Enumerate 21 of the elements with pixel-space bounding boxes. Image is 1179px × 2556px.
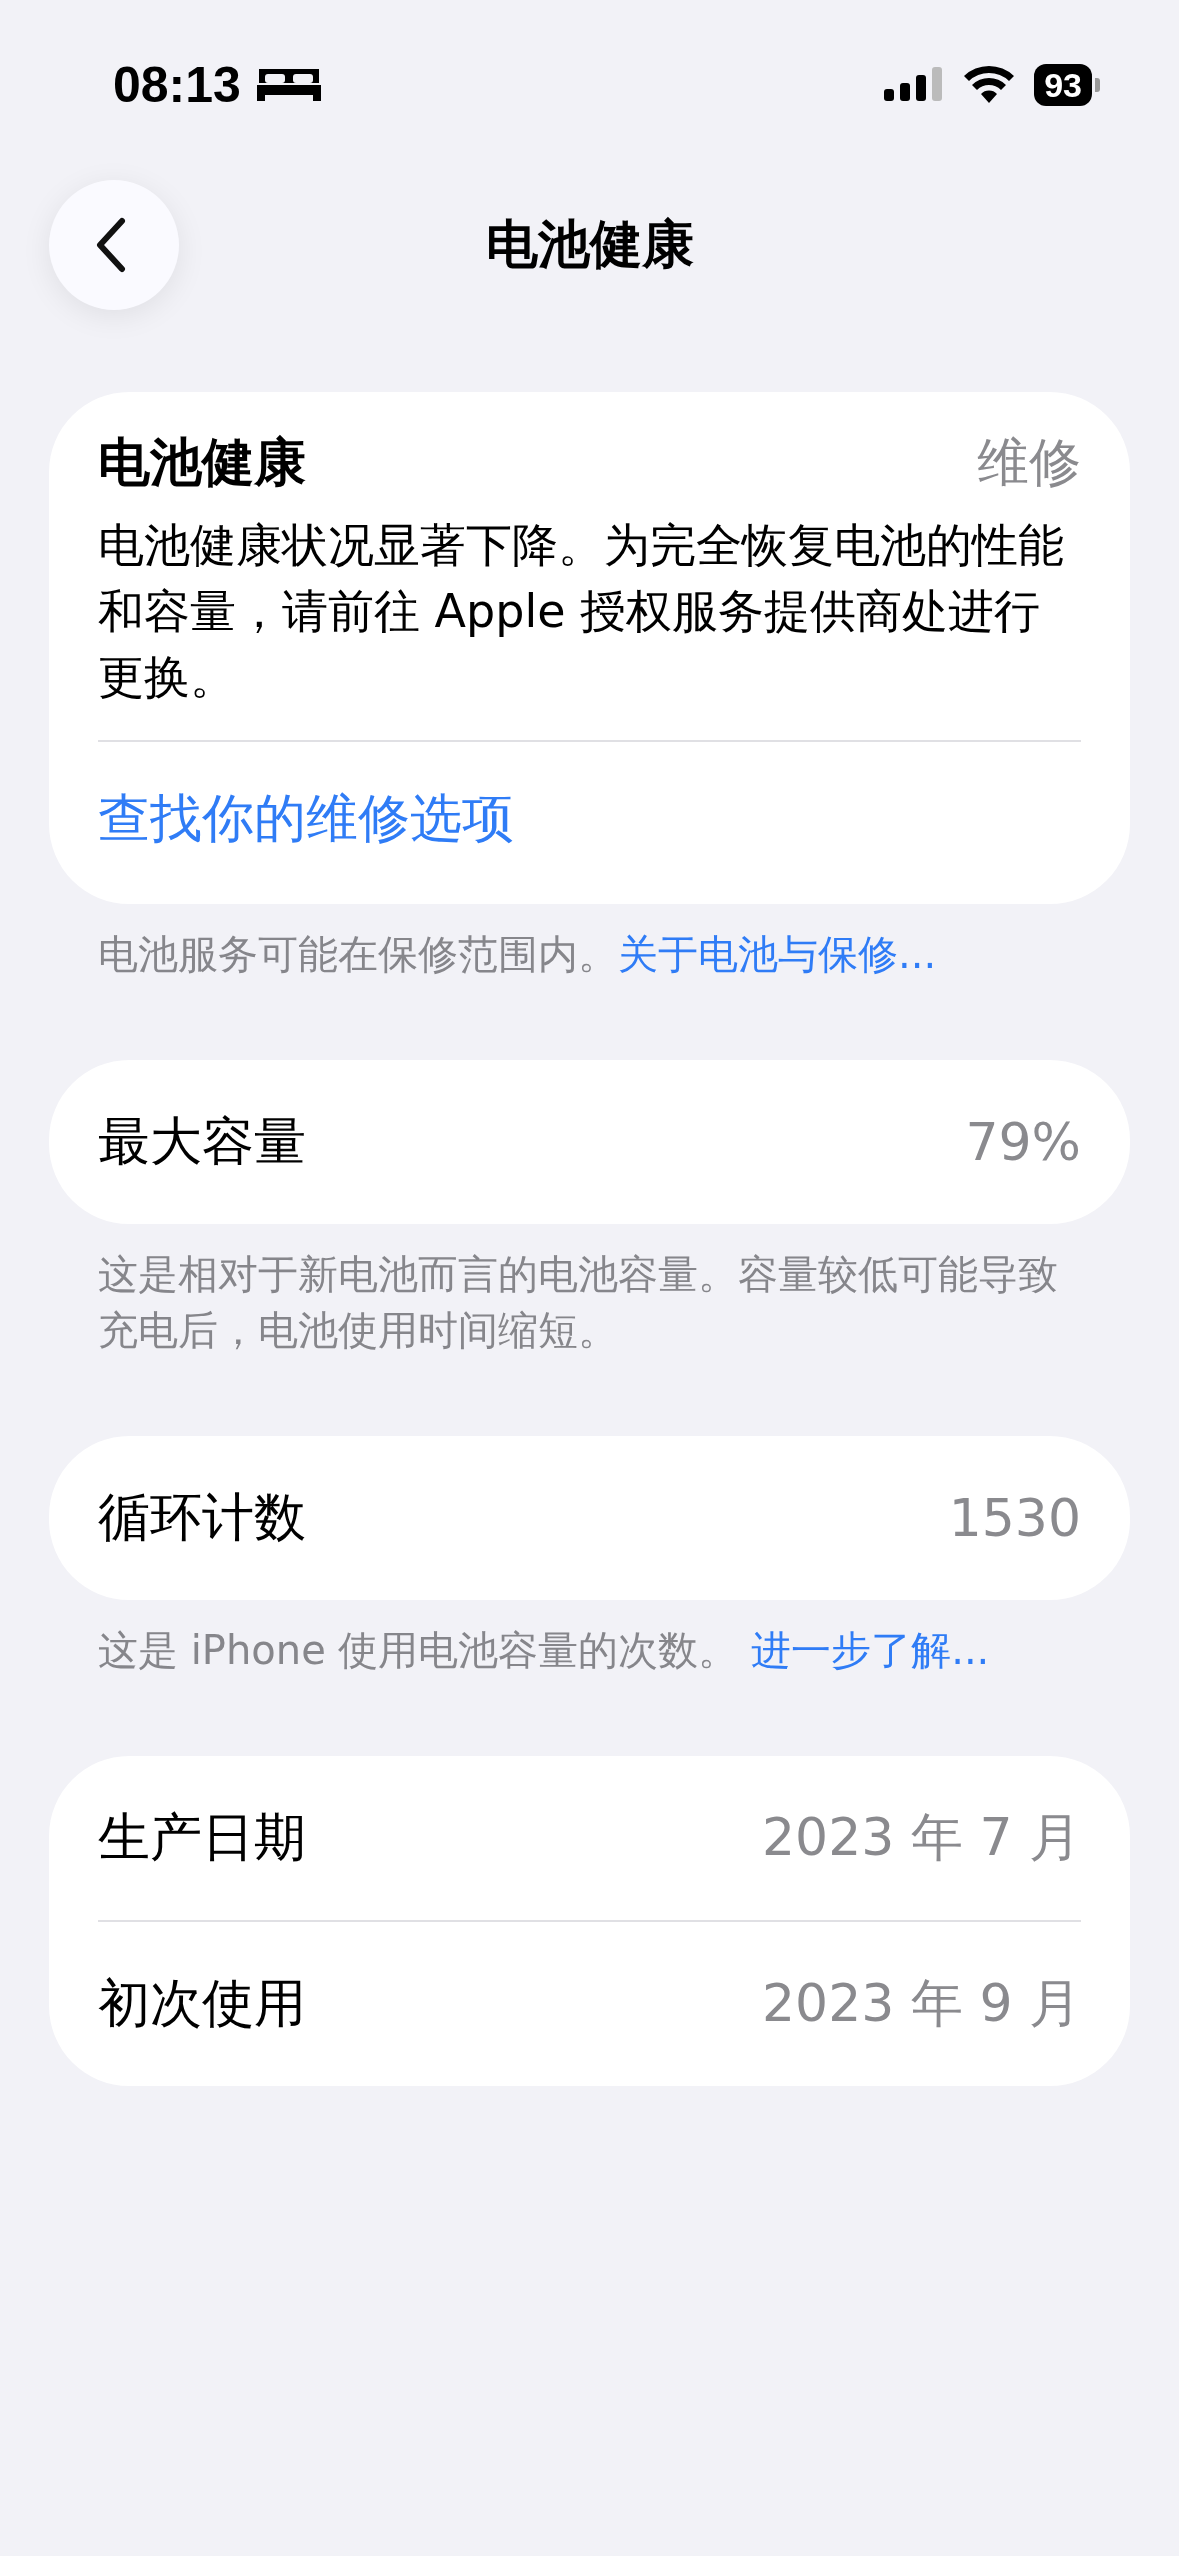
status-time: 08:13 bbox=[113, 56, 241, 114]
row-label: 初次使用 bbox=[98, 1972, 306, 2035]
footnote: 电池服务可能在保修范围内。关于电池与保修... bbox=[98, 930, 938, 979]
row-label: 循环计数 bbox=[98, 1486, 306, 1549]
row-label: 最大容量 bbox=[98, 1110, 306, 1173]
service-options-link[interactable]: 查找你的维修选项 bbox=[98, 742, 1081, 904]
learn-more-link[interactable]: 进一步了解... bbox=[751, 1627, 990, 1673]
row-label: 生产日期 bbox=[98, 1806, 306, 1869]
wifi-icon bbox=[962, 65, 1017, 105]
row-value: 2023 年 7 月 bbox=[762, 1806, 1081, 1869]
page-title: 电池健康 bbox=[485, 213, 694, 276]
warranty-link[interactable]: 关于电池与保修... bbox=[618, 931, 937, 977]
footnote: 这是 iPhone 使用电池容量的次数。 进一步了解... bbox=[98, 1626, 991, 1675]
chevron-left-icon bbox=[96, 217, 126, 273]
row-value: 79% bbox=[965, 1112, 1081, 1172]
card-title: 电池健康 bbox=[98, 431, 306, 494]
status-value: 维修 bbox=[977, 431, 1081, 494]
health-description: 电池健康状况显著下降。为完全恢复电池的性能和容量，请前往 Apple 授权服务提供商处进行更换。 bbox=[98, 517, 1065, 706]
row-value: 1530 bbox=[948, 1488, 1081, 1548]
footnote: 这是相对于新电池而言的电池容量。容量较低可能导致充电后，电池使用时间缩短。 bbox=[98, 1250, 1059, 1355]
row-value: 2023 年 9 月 bbox=[762, 1972, 1081, 2035]
